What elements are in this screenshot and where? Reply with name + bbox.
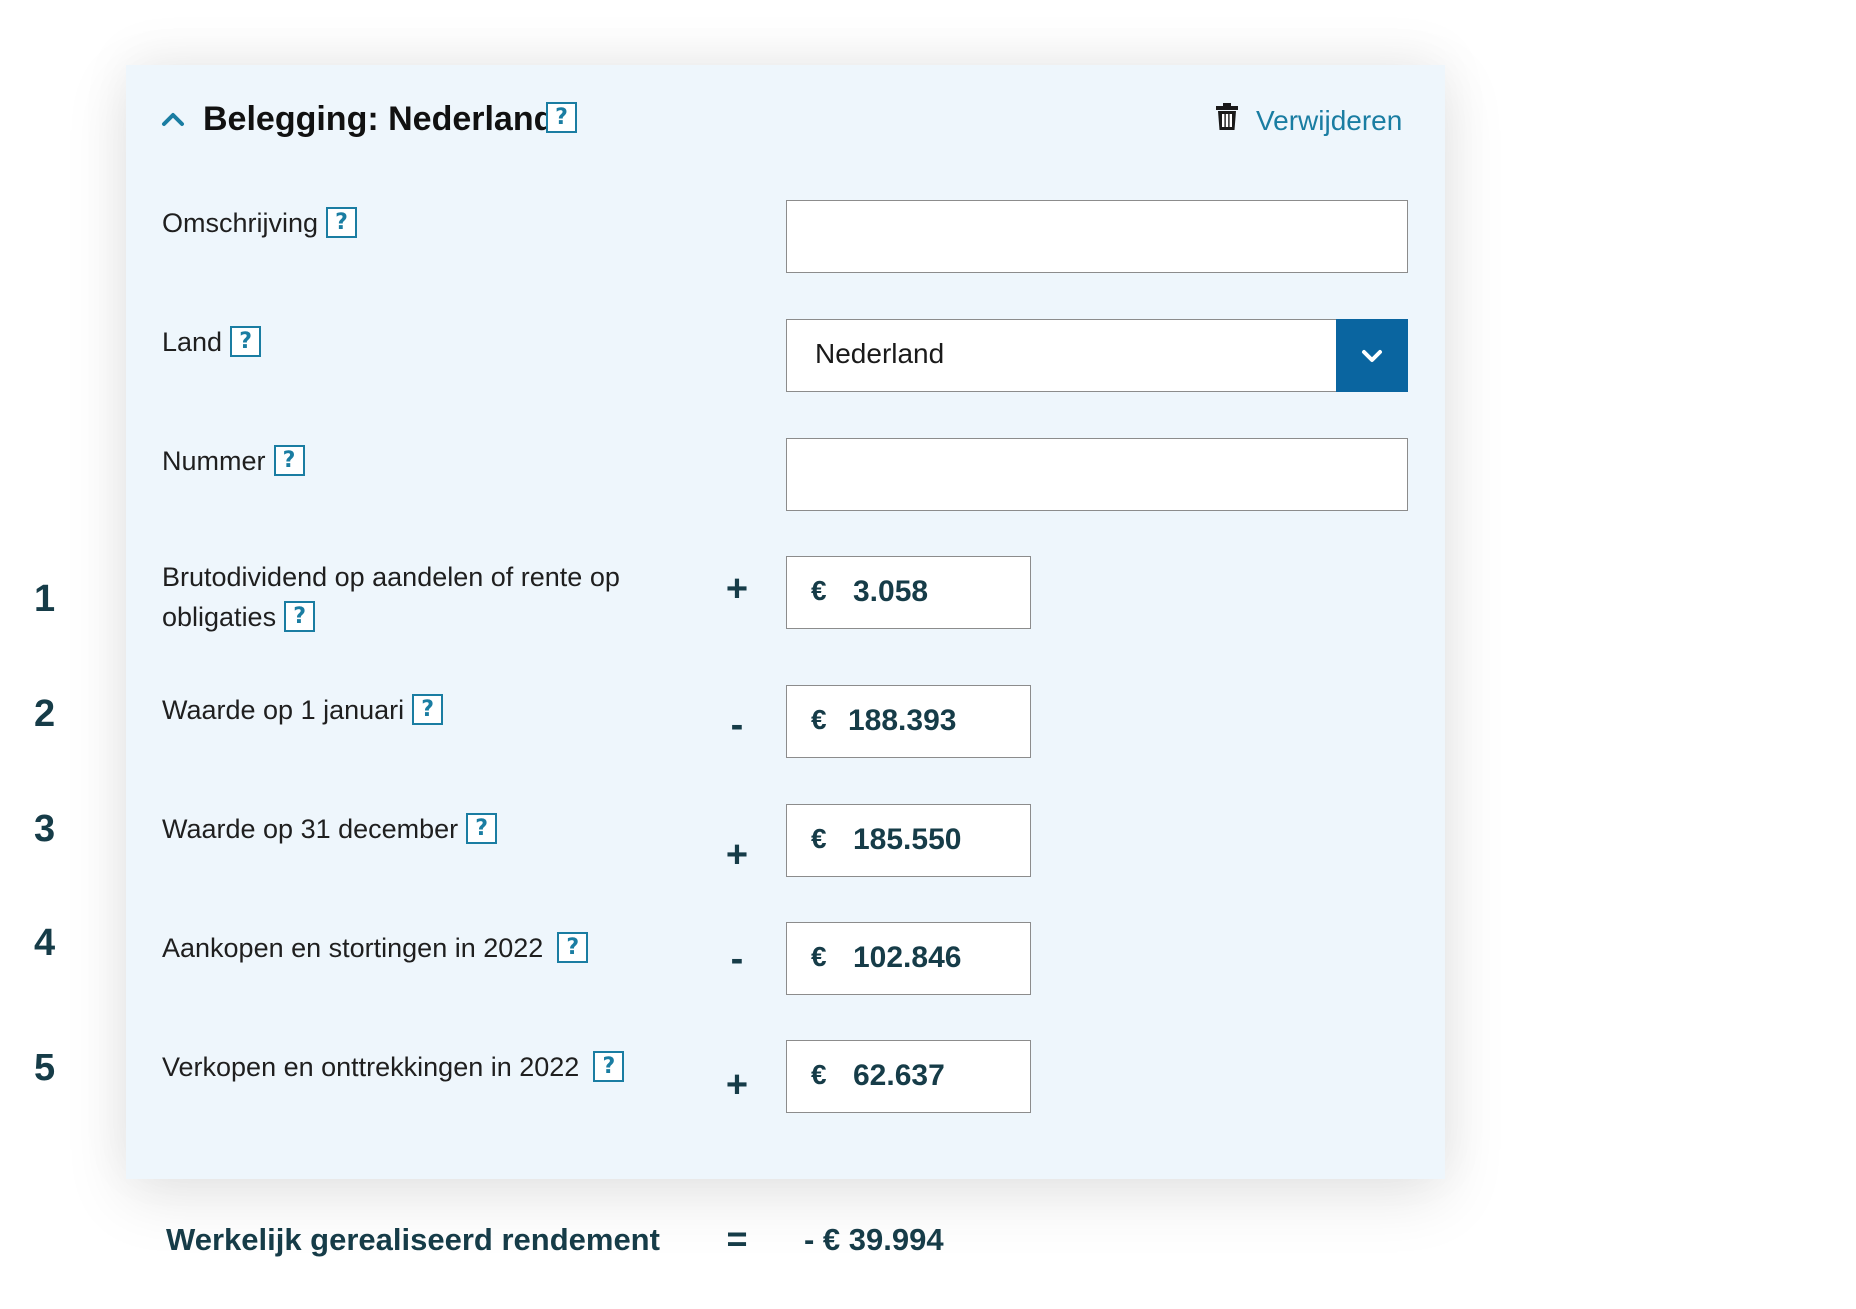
currency-symbol: € (811, 941, 827, 972)
row-label-text: Aankopen en stortingen in 2022 (162, 933, 544, 963)
chevron-up-icon[interactable] (160, 106, 186, 132)
omschrijving-input[interactable] (786, 200, 1408, 273)
row-label-verkopen: Verkopen en onttrekkingen in 2022? (162, 1047, 625, 1087)
omschrijving-label-text: Omschrijving (162, 208, 319, 238)
title-help-button[interactable]: ? (546, 102, 577, 133)
chevron-down-icon (1362, 349, 1382, 362)
row-label-line2: obligaties (162, 602, 277, 632)
currency-symbol: € (811, 575, 827, 606)
trash-icon (1216, 103, 1238, 138)
row-label-brutodividend: Brutodividend op aandelen of rente op ob… (162, 557, 620, 637)
row-label-aankopen: Aankopen en stortingen in 2022? (162, 928, 589, 968)
dropdown-button[interactable] (1336, 319, 1408, 392)
brutodividend-input[interactable]: € 3.058 (786, 556, 1031, 629)
row-number: 3 (34, 808, 56, 850)
equals-operator: = (726, 1218, 748, 1259)
amount-value: 188.393 (848, 704, 957, 737)
currency-symbol: € (811, 704, 827, 735)
plus-operator: + (725, 568, 749, 610)
row-number: 5 (34, 1047, 56, 1089)
row-label-text: Waarde op 1 januari (162, 695, 405, 725)
waarde-31-december-help-button[interactable]: ? (466, 813, 498, 845)
amount-value: 3.058 (853, 575, 929, 608)
result-value: - € 39.994 (804, 1222, 944, 1257)
result-label: Werkelijk gerealiseerd rendement (166, 1222, 660, 1257)
plus-operator: + (725, 1064, 749, 1106)
land-select[interactable]: Nederland (786, 319, 1408, 392)
minus-operator: - (730, 938, 744, 980)
brutodividend-help-button[interactable]: ? (284, 601, 316, 633)
remove-label: Verwijderen (1256, 104, 1403, 136)
land-label-text: Land (162, 327, 223, 357)
row-label-text: Waarde op 31 december (162, 814, 459, 844)
waarde-1-januari-input[interactable]: € 188.393 (786, 685, 1031, 758)
omschrijving-label: Omschrijving? (162, 203, 358, 243)
remove-button[interactable]: Verwijderen (1216, 103, 1402, 138)
row-label-text: Verkopen en onttrekkingen in 2022 (162, 1052, 580, 1082)
aankopen-input[interactable]: € 102.846 (786, 922, 1031, 995)
panel-title: Belegging: Nederland (203, 100, 555, 138)
waarde-31-december-input[interactable]: € 185.550 (786, 804, 1031, 877)
nummer-label: Nummer? (162, 441, 305, 481)
land-label: Land? (162, 322, 262, 362)
row-number: 1 (34, 578, 56, 620)
row-number: 4 (34, 922, 56, 964)
verkopen-input[interactable]: € 62.637 (786, 1040, 1031, 1113)
amount-value: 62.637 (853, 1059, 945, 1092)
nummer-help-button[interactable]: ? (273, 445, 305, 477)
land-select-value: Nederland (815, 338, 945, 369)
omschrijving-help-button[interactable]: ? (326, 207, 358, 239)
plus-operator: + (725, 834, 749, 876)
currency-symbol: € (811, 1059, 827, 1090)
currency-symbol: € (811, 823, 827, 854)
amount-value: 185.550 (853, 823, 962, 856)
row-number: 2 (34, 693, 56, 735)
row-label-line1: Brutodividend op aandelen of rente op (162, 562, 620, 592)
aankopen-help-button[interactable]: ? (557, 932, 589, 964)
nummer-label-text: Nummer (162, 446, 266, 476)
amount-value: 102.846 (853, 941, 962, 974)
row-label-waarde-31-december: Waarde op 31 december? (162, 809, 498, 849)
nummer-input[interactable] (786, 438, 1408, 511)
land-help-button[interactable]: ? (230, 326, 262, 358)
minus-operator: - (730, 704, 744, 746)
row-label-waarde-1-januari: Waarde op 1 januari? (162, 690, 444, 730)
verkopen-help-button[interactable]: ? (593, 1051, 625, 1083)
waarde-1-januari-help-button[interactable]: ? (412, 694, 444, 726)
